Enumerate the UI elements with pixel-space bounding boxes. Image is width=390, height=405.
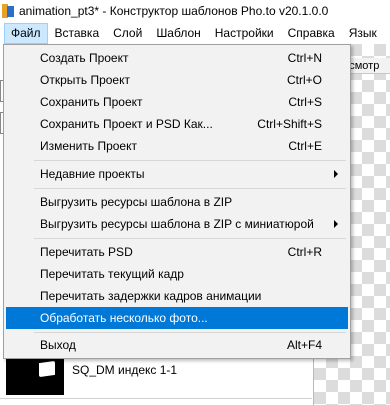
menu-template[interactable]: Шаблон	[149, 23, 207, 44]
shortcut-label: Ctrl+S	[288, 95, 322, 109]
submenu-arrow-icon	[334, 170, 338, 178]
menu-item-export-zip[interactable]: Выгрузить ресурсы шаблона в ZIP	[6, 191, 348, 213]
menu-separator	[34, 332, 346, 333]
menu-separator	[34, 160, 346, 161]
shortcut-label: Ctrl+E	[288, 139, 322, 153]
menu-item-open-project[interactable]: Открыть Проект Ctrl+O	[6, 69, 348, 91]
window-title: animation_pt3* - Конструктор шаблонов Ph…	[19, 4, 329, 18]
shortcut-label: Alt+F4	[286, 338, 322, 352]
menu-language[interactable]: Язык	[342, 23, 384, 44]
shortcut-label: Ctrl+R	[287, 245, 322, 259]
menu-item-save-project-as[interactable]: Сохранить Проект и PSD Как... Ctrl+Shift…	[6, 113, 348, 135]
menu-item-exit[interactable]: Выход Alt+F4	[6, 334, 348, 356]
menu-bar: Файл Вставка Слой Шаблон Настройки Справ…	[0, 23, 390, 44]
submenu-arrow-icon	[334, 220, 338, 228]
menu-item-create-project[interactable]: Создать Проект Ctrl+N	[6, 47, 348, 69]
app-icon	[2, 4, 14, 18]
menu-layer[interactable]: Слой	[106, 23, 149, 44]
menu-file[interactable]: Файл	[4, 23, 48, 44]
title-bar: animation_pt3* - Конструктор шаблонов Ph…	[0, 0, 390, 22]
menu-separator	[34, 238, 346, 239]
shortcut-label: Ctrl+Shift+S	[257, 117, 322, 131]
menu-item-reload-frame[interactable]: Перечитать текущий кадр	[6, 263, 348, 285]
divider	[0, 398, 312, 399]
menu-item-recent-projects[interactable]: Недавние проекты	[6, 163, 348, 185]
shortcut-label: Ctrl+O	[286, 73, 322, 87]
menu-item-reload-frame-delays[interactable]: Перечитать задержки кадров анимации	[6, 285, 348, 307]
menu-item-export-zip-thumbnail[interactable]: Выгрузить ресурсы шаблона в ZIP с миниат…	[6, 213, 348, 235]
menu-insert[interactable]: Вставка	[48, 23, 107, 44]
menu-help[interactable]: Справка	[281, 23, 342, 44]
menu-separator	[34, 188, 346, 189]
menu-item-edit-project[interactable]: Изменить Проект Ctrl+E	[6, 135, 348, 157]
menu-item-save-project[interactable]: Сохранить Проект Ctrl+S	[6, 91, 348, 113]
menu-item-batch-process[interactable]: Обработать несколько фото...	[6, 307, 348, 329]
file-menu: Создать Проект Ctrl+N Открыть Проект Ctr…	[3, 44, 351, 359]
layer-thumbnail[interactable]	[6, 357, 64, 395]
layer-name[interactable]: SQ_DM индекс 1-1	[72, 363, 177, 377]
menu-item-reload-psd[interactable]: Перечитать PSD Ctrl+R	[6, 241, 348, 263]
menu-settings[interactable]: Настройки	[208, 23, 281, 44]
shortcut-label: Ctrl+N	[287, 51, 322, 65]
